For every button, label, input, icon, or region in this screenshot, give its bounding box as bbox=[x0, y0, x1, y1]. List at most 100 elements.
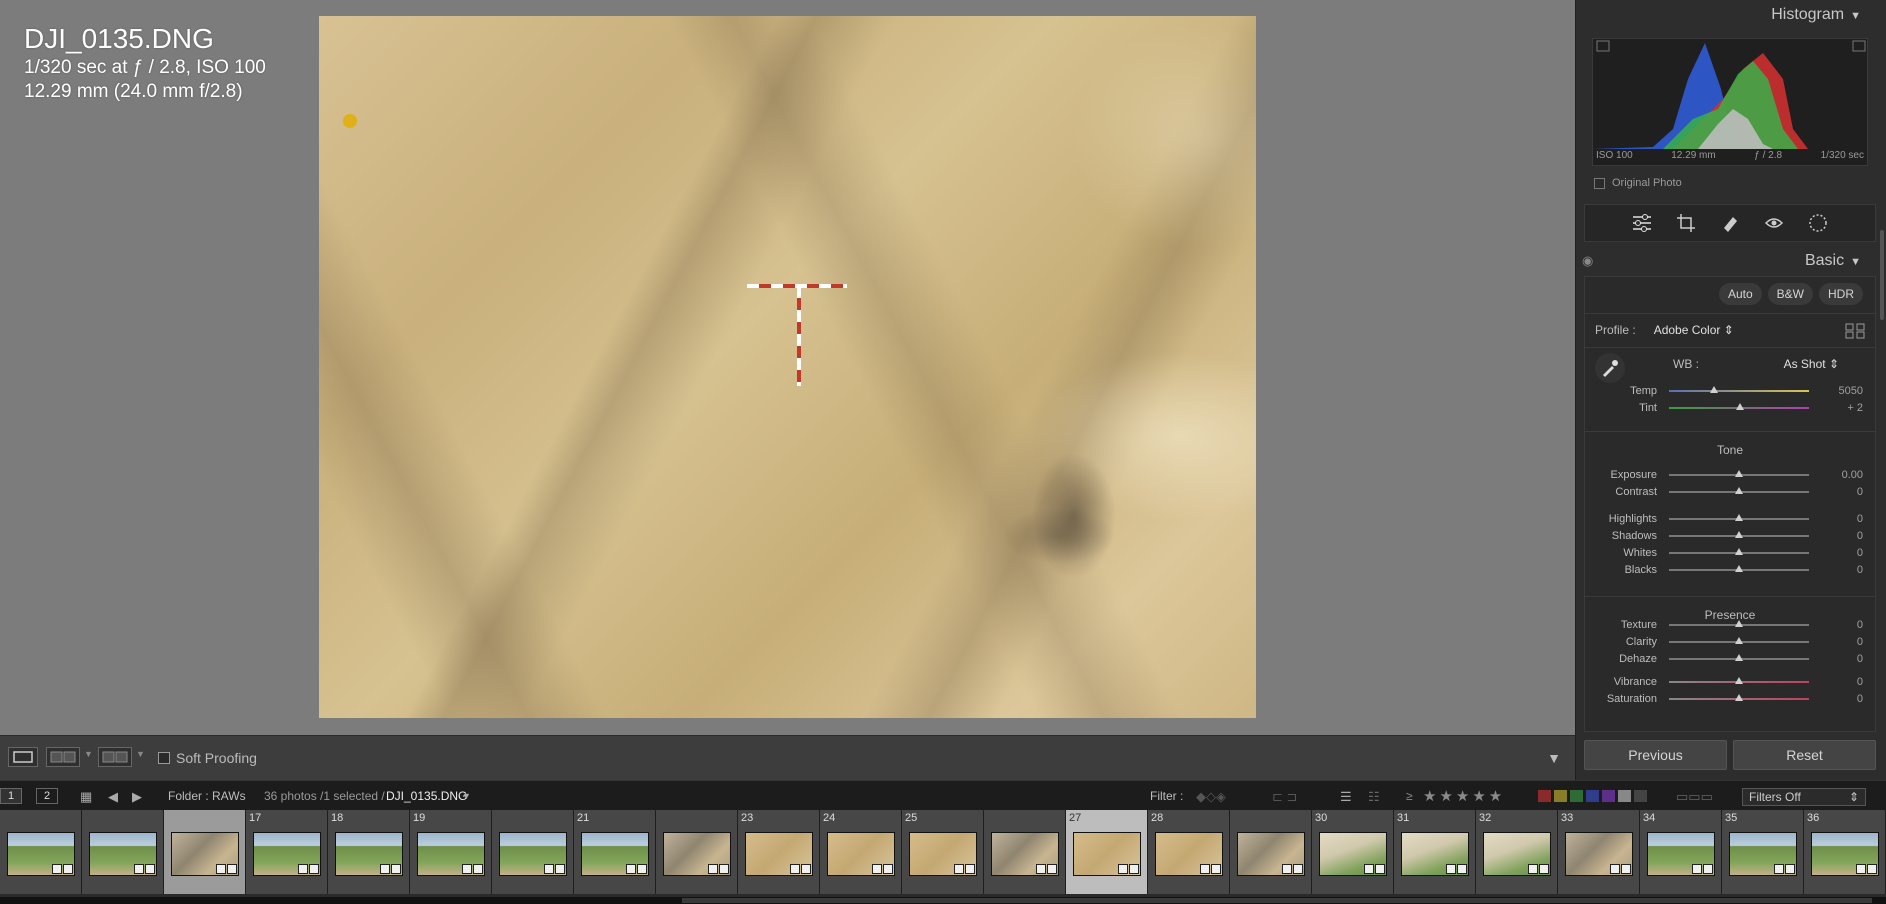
flag-filter-icons[interactable]: ◆◇◈ bbox=[1196, 789, 1226, 805]
crop-icon[interactable] bbox=[1674, 211, 1698, 235]
filmstrip-cell[interactable]: 34 bbox=[1640, 810, 1722, 894]
slider-exposure[interactable]: Exposure 0.00 bbox=[1585, 467, 1875, 483]
profile-browser-icon[interactable] bbox=[1845, 323, 1865, 339]
filter-preset-select[interactable]: Filters Off ⇕ bbox=[1742, 788, 1866, 806]
histogram-header[interactable]: Histogram ▼ bbox=[1576, 2, 1875, 28]
slider-value[interactable]: 0 bbox=[1809, 564, 1875, 576]
unedited-filter-icon[interactable]: ☷ bbox=[1368, 789, 1380, 805]
filmstrip-cell[interactable]: 17 bbox=[246, 810, 328, 894]
profile-select[interactable]: Adobe Color ⇕ bbox=[1654, 323, 1734, 337]
edit-sliders-icon[interactable] bbox=[1630, 211, 1654, 235]
slider-thumb[interactable] bbox=[1735, 487, 1743, 494]
slider-track[interactable] bbox=[1669, 694, 1809, 701]
panel-scrollbar[interactable] bbox=[1880, 230, 1884, 320]
filmstrip-cell[interactable] bbox=[82, 810, 164, 894]
filmstrip-cell[interactable] bbox=[492, 810, 574, 894]
slider-whites[interactable]: Whites 0 bbox=[1585, 545, 1875, 561]
grid-view-icon[interactable]: ▦ bbox=[80, 789, 92, 805]
slider-thumb[interactable] bbox=[1735, 470, 1743, 477]
hdr-button[interactable]: HDR bbox=[1819, 283, 1863, 305]
slider-thumb[interactable] bbox=[1735, 677, 1743, 684]
wb-eyedropper-icon[interactable] bbox=[1595, 353, 1625, 383]
slider-value[interactable]: 5050 bbox=[1809, 385, 1875, 397]
slider-highlights[interactable]: Highlights 0 bbox=[1585, 511, 1875, 527]
slider-track[interactable] bbox=[1669, 386, 1809, 393]
filmstrip-scroll-knob[interactable] bbox=[682, 898, 1872, 903]
slider-saturation[interactable]: Saturation 0 bbox=[1585, 691, 1875, 707]
filmstrip-cell[interactable]: 32 bbox=[1476, 810, 1558, 894]
slider-contrast[interactable]: Contrast 0 bbox=[1585, 484, 1875, 500]
toolbar-menu-icon[interactable]: ▼ bbox=[1547, 750, 1561, 766]
collapse-triangle-icon[interactable]: ▼ bbox=[1850, 10, 1861, 22]
purple-label-swatch[interactable] bbox=[1602, 790, 1615, 802]
slider-vibrance[interactable]: Vibrance 0 bbox=[1585, 674, 1875, 690]
filmstrip-cell[interactable]: 28 bbox=[1148, 810, 1230, 894]
slider-clarity[interactable]: Clarity 0 bbox=[1585, 634, 1875, 650]
slider-thumb[interactable] bbox=[1735, 531, 1743, 538]
slider-value[interactable]: 0 bbox=[1809, 676, 1875, 688]
collapse-triangle-icon[interactable]: ▼ bbox=[1850, 256, 1861, 268]
slider-value[interactable]: 0 bbox=[1809, 653, 1875, 665]
visibility-eye-icon[interactable]: ◉ bbox=[1582, 248, 1593, 274]
bw-button[interactable]: B&W bbox=[1767, 283, 1813, 305]
slider-blacks[interactable]: Blacks 0 bbox=[1585, 562, 1875, 578]
filmstrip-cell[interactable]: 25 bbox=[902, 810, 984, 894]
forward-arrow-icon[interactable]: ▶ bbox=[132, 789, 142, 805]
filmstrip-cell[interactable]: 18 bbox=[328, 810, 410, 894]
soft-proofing-toggle[interactable]: Soft Proofing bbox=[158, 750, 257, 766]
slider-value[interactable]: 0 bbox=[1809, 619, 1875, 631]
reset-button[interactable]: Reset bbox=[1733, 740, 1876, 770]
rating-filter-stars[interactable]: ★★★★★ bbox=[1423, 787, 1505, 805]
slider-track[interactable] bbox=[1669, 620, 1809, 627]
masking-icon[interactable] bbox=[1806, 211, 1830, 235]
slider-value[interactable]: 0 bbox=[1809, 486, 1875, 498]
kind-filter-icons[interactable]: ▭▭▭ bbox=[1676, 789, 1713, 805]
slider-thumb[interactable] bbox=[1735, 548, 1743, 555]
folder-source[interactable]: Folder : RAWs bbox=[168, 789, 246, 803]
blue-label-swatch[interactable] bbox=[1586, 790, 1599, 802]
filmstrip-cell[interactable]: 23 bbox=[738, 810, 820, 894]
filmstrip-scrollbar[interactable] bbox=[0, 897, 1886, 904]
slider-track[interactable] bbox=[1669, 487, 1809, 494]
slider-thumb[interactable] bbox=[1735, 694, 1743, 701]
original-photo-toggle[interactable]: Original Photo bbox=[1594, 177, 1682, 189]
loupe-view-button[interactable] bbox=[8, 747, 38, 767]
main-photo[interactable] bbox=[319, 16, 1256, 718]
slider-track[interactable] bbox=[1669, 637, 1809, 644]
slider-track[interactable] bbox=[1669, 514, 1809, 521]
before-after-button[interactable] bbox=[46, 747, 80, 767]
yellow-label-swatch[interactable] bbox=[1554, 790, 1567, 802]
filmstrip-cell[interactable]: 33 bbox=[1558, 810, 1640, 894]
slider-thumb[interactable] bbox=[1736, 403, 1745, 410]
gray-label-swatch[interactable] bbox=[1618, 790, 1631, 802]
split-dropdown-icon[interactable]: ▼ bbox=[136, 749, 145, 759]
filmstrip-cell[interactable]: 30 bbox=[1312, 810, 1394, 894]
red-eye-icon[interactable] bbox=[1762, 211, 1786, 235]
back-arrow-icon[interactable]: ◀ bbox=[108, 789, 118, 805]
slider-track[interactable] bbox=[1669, 548, 1809, 555]
slider-track[interactable] bbox=[1669, 531, 1809, 538]
filmstrip-cell[interactable]: 19 bbox=[410, 810, 492, 894]
color-label-filter[interactable] bbox=[1538, 790, 1647, 802]
filmstrip-cell[interactable]: 35 bbox=[1722, 810, 1804, 894]
window-1-button[interactable]: 1 bbox=[0, 788, 22, 804]
slider-track[interactable] bbox=[1669, 677, 1809, 684]
filmstrip-cell[interactable] bbox=[984, 810, 1066, 894]
slider-thumb[interactable] bbox=[1735, 654, 1743, 661]
filmstrip-cell[interactable]: 21 bbox=[574, 810, 656, 894]
edited-filter-icon[interactable]: ☰ bbox=[1340, 789, 1352, 805]
slider-thumb[interactable] bbox=[1735, 565, 1743, 572]
slider-shadows[interactable]: Shadows 0 bbox=[1585, 528, 1875, 544]
filmstrip-cell[interactable] bbox=[164, 810, 246, 894]
slider-value[interactable]: 0 bbox=[1809, 636, 1875, 648]
filename-dropdown-icon[interactable]: ▼ bbox=[462, 791, 471, 801]
before-after-split-button[interactable] bbox=[98, 747, 132, 767]
selected-filename[interactable]: DJI_0135.DNG bbox=[386, 789, 467, 803]
auto-button[interactable]: Auto bbox=[1718, 283, 1762, 305]
filmstrip-cell[interactable]: 31 bbox=[1394, 810, 1476, 894]
slider-value[interactable]: 0 bbox=[1809, 513, 1875, 525]
basic-header[interactable]: ◉ Basic ▼ bbox=[1576, 248, 1875, 274]
slider-tint[interactable]: Tint + 2 bbox=[1585, 400, 1875, 416]
soft-proofing-checkbox[interactable] bbox=[158, 752, 170, 764]
slider-value[interactable]: 0.00 bbox=[1809, 469, 1875, 481]
